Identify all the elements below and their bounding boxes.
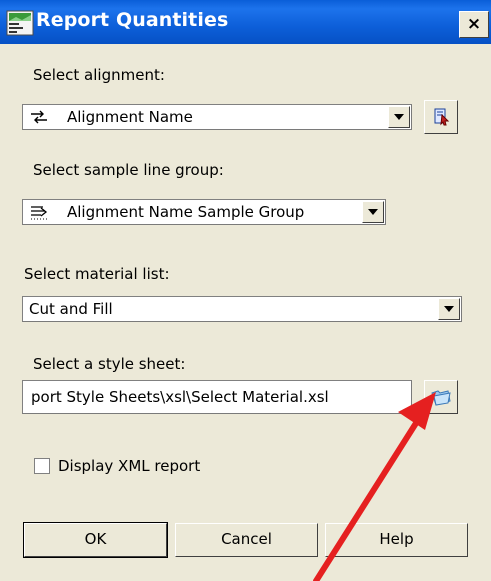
close-icon: ×	[466, 14, 482, 34]
chevron-down-icon[interactable]	[388, 106, 410, 128]
ok-button[interactable]: OK	[23, 522, 168, 558]
display-xml-checkbox[interactable]	[34, 458, 50, 474]
alignment-label: Select alignment:	[33, 66, 165, 84]
annotation-arrow-icon	[313, 392, 436, 581]
sample-line-group-dropdown[interactable]: Alignment Name Sample Group	[22, 199, 386, 225]
alignment-dropdown[interactable]: Alignment Name	[22, 104, 412, 130]
pick-alignment-button[interactable]	[424, 100, 458, 134]
chevron-down-icon[interactable]	[438, 298, 460, 320]
sample-line-group-label: Select sample line group:	[33, 161, 224, 179]
report-quantities-dialog: Report Quantities × Select alignment: Al…	[0, 0, 491, 581]
display-xml-label: Display XML report	[58, 457, 201, 475]
folder-icon	[431, 390, 451, 406]
alignment-value: Alignment Name	[67, 108, 193, 126]
material-list-value: Cut and Fill	[29, 300, 113, 318]
alignment-icon	[31, 110, 47, 124]
material-list-label: Select material list:	[24, 265, 170, 283]
browse-style-sheet-button[interactable]	[424, 380, 458, 414]
style-sheet-label: Select a style sheet:	[33, 355, 186, 373]
window-title: Report Quantities	[36, 9, 229, 31]
close-button[interactable]: ×	[459, 11, 489, 38]
sample-line-group-icon	[31, 206, 48, 220]
app-icon	[6, 10, 34, 36]
style-sheet-value: port Style Sheets\xsl\Select Material.xs…	[31, 388, 329, 406]
sample-line-group-value: Alignment Name Sample Group	[67, 203, 305, 221]
pick-from-drawing-icon	[434, 108, 450, 126]
title-bar[interactable]: Report Quantities ×	[0, 0, 491, 44]
style-sheet-input[interactable]: port Style Sheets\xsl\Select Material.xs…	[22, 380, 412, 414]
material-list-dropdown[interactable]: Cut and Fill	[22, 296, 462, 322]
chevron-down-icon[interactable]	[362, 201, 384, 223]
help-button[interactable]: Help	[325, 523, 468, 557]
cancel-button[interactable]: Cancel	[175, 523, 318, 557]
